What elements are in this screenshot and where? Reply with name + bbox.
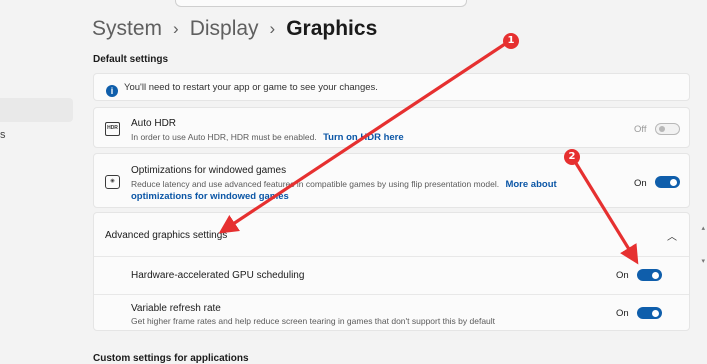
- auto-hdr-toggle[interactable]: [655, 123, 680, 135]
- auto-hdr-row: HDR Auto HDR In order to use Auto HDR, H…: [93, 107, 690, 148]
- info-icon: i: [106, 85, 118, 97]
- auto-hdr-desc-text: In order to use Auto HDR, HDR must be en…: [131, 132, 317, 142]
- hdr-icon: HDR: [105, 122, 120, 136]
- search-box-edge[interactable]: [175, 0, 467, 7]
- gpu-scheduling-state: On: [616, 270, 629, 281]
- windowed-games-state: On: [634, 178, 647, 189]
- windowed-games-desc-line2: optimizations for windowed games: [131, 190, 289, 203]
- breadcrumb: System › Display › Graphics: [92, 17, 377, 41]
- sidebar-selected-item[interactable]: [0, 98, 73, 122]
- vrr-desc: Get higher frame rates and help reduce s…: [131, 316, 496, 326]
- gpu-scheduling-toggle[interactable]: [637, 269, 662, 281]
- auto-hdr-state: Off: [634, 124, 647, 135]
- breadcrumb-separator: ›: [269, 19, 276, 38]
- annotation-badge-2: 2: [564, 149, 580, 165]
- windowed-games-toggle[interactable]: [655, 176, 680, 188]
- advanced-graphics-card: Advanced graphics settings ︿ Hardware-ac…: [93, 212, 690, 331]
- info-banner-text: You'll need to restart your app or game …: [124, 82, 378, 93]
- divider: [94, 256, 689, 257]
- vrr-state: On: [616, 308, 629, 319]
- annotation-badge-1: 1: [503, 33, 519, 49]
- more-about-link[interactable]: More about: [505, 179, 556, 190]
- gpu-scheduling-title: Hardware-accelerated GPU scheduling: [131, 270, 305, 281]
- scrollbar-down-icon[interactable]: ▾: [701, 257, 705, 265]
- breadcrumb-separator: ›: [173, 19, 179, 38]
- default-settings-heading: Default settings: [93, 54, 169, 65]
- breadcrumb-display[interactable]: Display: [190, 17, 259, 41]
- vrr-title: Variable refresh rate: [131, 303, 221, 314]
- sidebar-item-fragment[interactable]: s: [0, 129, 6, 141]
- windowed-games-link[interactable]: optimizations for windowed games: [131, 191, 289, 202]
- custom-settings-heading: Custom settings for applications: [93, 353, 249, 364]
- chevron-up-icon[interactable]: ︿: [667, 228, 677, 243]
- divider: [94, 294, 689, 295]
- window-game-icon: ◉: [105, 175, 120, 189]
- advanced-graphics-header[interactable]: Advanced graphics settings: [105, 230, 227, 241]
- info-banner: i You'll need to restart your app or gam…: [93, 73, 690, 101]
- windowed-games-row: ◉ Optimizations for windowed games Reduc…: [93, 153, 690, 208]
- turn-on-hdr-link[interactable]: Turn on HDR here: [323, 132, 404, 143]
- auto-hdr-title: Auto HDR: [131, 118, 177, 129]
- vrr-toggle[interactable]: [637, 307, 662, 319]
- auto-hdr-desc: In order to use Auto HDR, HDR must be en…: [131, 131, 404, 144]
- page-title: Graphics: [286, 17, 378, 40]
- scrollbar-up-icon[interactable]: ▴: [701, 224, 705, 232]
- windowed-games-desc-text: Reduce latency and use advanced features…: [131, 179, 500, 189]
- windowed-games-title: Optimizations for windowed games: [131, 165, 287, 176]
- breadcrumb-system[interactable]: System: [92, 17, 162, 41]
